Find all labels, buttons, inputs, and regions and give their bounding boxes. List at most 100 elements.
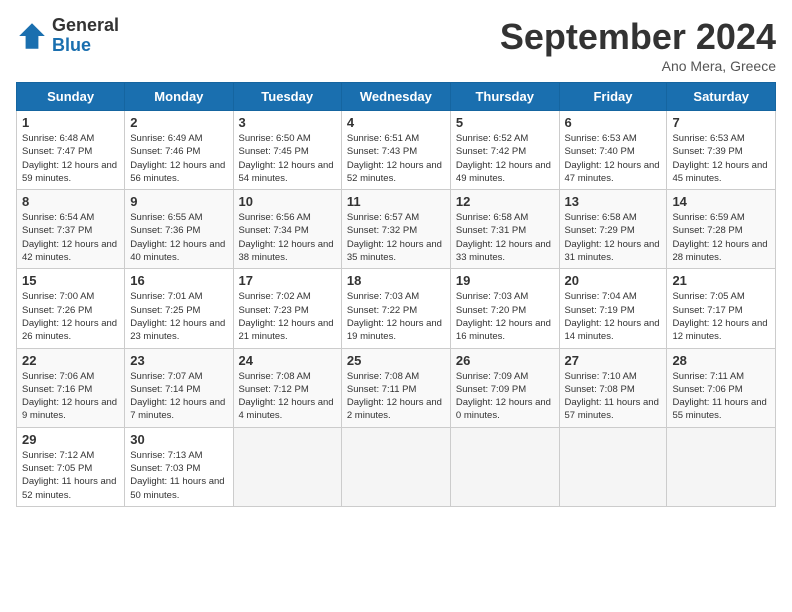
day-info: Sunrise: 7:08 AMSunset: 7:12 PMDaylight:… xyxy=(239,370,336,423)
col-monday: Monday xyxy=(125,83,233,111)
calendar-day-cell: 14 Sunrise: 6:59 AMSunset: 7:28 PMDaylig… xyxy=(667,190,776,269)
day-number: 8 xyxy=(22,194,119,209)
day-info: Sunrise: 7:11 AMSunset: 7:06 PMDaylight:… xyxy=(672,370,770,423)
day-info: Sunrise: 7:04 AMSunset: 7:19 PMDaylight:… xyxy=(565,290,662,343)
day-number: 4 xyxy=(347,115,445,130)
calendar-week-row: 29 Sunrise: 7:12 AMSunset: 7:05 PMDaylig… xyxy=(17,427,776,506)
day-number: 21 xyxy=(672,273,770,288)
day-number: 27 xyxy=(565,353,662,368)
logo: General Blue xyxy=(16,16,119,56)
col-thursday: Thursday xyxy=(450,83,559,111)
day-number: 26 xyxy=(456,353,554,368)
day-number: 15 xyxy=(22,273,119,288)
calendar-empty-cell xyxy=(341,427,450,506)
calendar-week-row: 22 Sunrise: 7:06 AMSunset: 7:16 PMDaylig… xyxy=(17,348,776,427)
calendar-day-cell: 9 Sunrise: 6:55 AMSunset: 7:36 PMDayligh… xyxy=(125,190,233,269)
day-info: Sunrise: 6:58 AMSunset: 7:29 PMDaylight:… xyxy=(565,211,662,264)
calendar-day-cell: 2 Sunrise: 6:49 AMSunset: 7:46 PMDayligh… xyxy=(125,111,233,190)
col-friday: Friday xyxy=(559,83,667,111)
calendar-day-cell: 8 Sunrise: 6:54 AMSunset: 7:37 PMDayligh… xyxy=(17,190,125,269)
day-number: 24 xyxy=(239,353,336,368)
calendar-day-cell: 1 Sunrise: 6:48 AMSunset: 7:47 PMDayligh… xyxy=(17,111,125,190)
calendar-table: Sunday Monday Tuesday Wednesday Thursday… xyxy=(16,82,776,507)
col-wednesday: Wednesday xyxy=(341,83,450,111)
day-info: Sunrise: 7:10 AMSunset: 7:08 PMDaylight:… xyxy=(565,370,662,423)
day-number: 18 xyxy=(347,273,445,288)
day-info: Sunrise: 7:05 AMSunset: 7:17 PMDaylight:… xyxy=(672,290,770,343)
day-info: Sunrise: 7:06 AMSunset: 7:16 PMDaylight:… xyxy=(22,370,119,423)
calendar-empty-cell xyxy=(450,427,559,506)
day-number: 2 xyxy=(130,115,227,130)
day-info: Sunrise: 6:51 AMSunset: 7:43 PMDaylight:… xyxy=(347,132,445,185)
col-tuesday: Tuesday xyxy=(233,83,341,111)
calendar-day-cell: 24 Sunrise: 7:08 AMSunset: 7:12 PMDaylig… xyxy=(233,348,341,427)
day-info: Sunrise: 6:52 AMSunset: 7:42 PMDaylight:… xyxy=(456,132,554,185)
day-info: Sunrise: 6:55 AMSunset: 7:36 PMDaylight:… xyxy=(130,211,227,264)
calendar-day-cell: 21 Sunrise: 7:05 AMSunset: 7:17 PMDaylig… xyxy=(667,269,776,348)
calendar-day-cell: 13 Sunrise: 6:58 AMSunset: 7:29 PMDaylig… xyxy=(559,190,667,269)
calendar-day-cell: 18 Sunrise: 7:03 AMSunset: 7:22 PMDaylig… xyxy=(341,269,450,348)
day-info: Sunrise: 7:03 AMSunset: 7:20 PMDaylight:… xyxy=(456,290,554,343)
day-info: Sunrise: 6:58 AMSunset: 7:31 PMDaylight:… xyxy=(456,211,554,264)
day-number: 22 xyxy=(22,353,119,368)
day-number: 28 xyxy=(672,353,770,368)
day-info: Sunrise: 6:54 AMSunset: 7:37 PMDaylight:… xyxy=(22,211,119,264)
day-info: Sunrise: 6:53 AMSunset: 7:39 PMDaylight:… xyxy=(672,132,770,185)
title-area: September 2024 Ano Mera, Greece xyxy=(500,16,776,74)
day-number: 7 xyxy=(672,115,770,130)
day-info: Sunrise: 7:09 AMSunset: 7:09 PMDaylight:… xyxy=(456,370,554,423)
calendar-day-cell: 30 Sunrise: 7:13 AMSunset: 7:03 PMDaylig… xyxy=(125,427,233,506)
calendar-day-cell: 29 Sunrise: 7:12 AMSunset: 7:05 PMDaylig… xyxy=(17,427,125,506)
calendar-day-cell: 16 Sunrise: 7:01 AMSunset: 7:25 PMDaylig… xyxy=(125,269,233,348)
calendar-week-row: 8 Sunrise: 6:54 AMSunset: 7:37 PMDayligh… xyxy=(17,190,776,269)
day-number: 13 xyxy=(565,194,662,209)
day-info: Sunrise: 7:00 AMSunset: 7:26 PMDaylight:… xyxy=(22,290,119,343)
calendar-day-cell: 6 Sunrise: 6:53 AMSunset: 7:40 PMDayligh… xyxy=(559,111,667,190)
day-info: Sunrise: 6:53 AMSunset: 7:40 PMDaylight:… xyxy=(565,132,662,185)
calendar-day-cell: 5 Sunrise: 6:52 AMSunset: 7:42 PMDayligh… xyxy=(450,111,559,190)
calendar-day-cell: 4 Sunrise: 6:51 AMSunset: 7:43 PMDayligh… xyxy=(341,111,450,190)
day-number: 3 xyxy=(239,115,336,130)
col-saturday: Saturday xyxy=(667,83,776,111)
day-info: Sunrise: 7:08 AMSunset: 7:11 PMDaylight:… xyxy=(347,370,445,423)
calendar-day-cell: 27 Sunrise: 7:10 AMSunset: 7:08 PMDaylig… xyxy=(559,348,667,427)
col-sunday: Sunday xyxy=(17,83,125,111)
calendar-day-cell: 25 Sunrise: 7:08 AMSunset: 7:11 PMDaylig… xyxy=(341,348,450,427)
day-number: 30 xyxy=(130,432,227,447)
day-number: 20 xyxy=(565,273,662,288)
day-number: 29 xyxy=(22,432,119,447)
calendar-day-cell: 22 Sunrise: 7:06 AMSunset: 7:16 PMDaylig… xyxy=(17,348,125,427)
day-number: 14 xyxy=(672,194,770,209)
day-info: Sunrise: 7:13 AMSunset: 7:03 PMDaylight:… xyxy=(130,449,227,502)
location: Ano Mera, Greece xyxy=(500,58,776,74)
calendar-day-cell: 11 Sunrise: 6:57 AMSunset: 7:32 PMDaylig… xyxy=(341,190,450,269)
day-number: 9 xyxy=(130,194,227,209)
calendar-day-cell: 19 Sunrise: 7:03 AMSunset: 7:20 PMDaylig… xyxy=(450,269,559,348)
day-number: 23 xyxy=(130,353,227,368)
calendar-empty-cell xyxy=(667,427,776,506)
day-info: Sunrise: 7:02 AMSunset: 7:23 PMDaylight:… xyxy=(239,290,336,343)
logo-general: General xyxy=(52,16,119,36)
header: General Blue September 2024 Ano Mera, Gr… xyxy=(16,16,776,74)
calendar-day-cell: 15 Sunrise: 7:00 AMSunset: 7:26 PMDaylig… xyxy=(17,269,125,348)
calendar-day-cell: 20 Sunrise: 7:04 AMSunset: 7:19 PMDaylig… xyxy=(559,269,667,348)
month-title: September 2024 xyxy=(500,16,776,58)
logo-icon xyxy=(16,20,48,52)
day-info: Sunrise: 7:12 AMSunset: 7:05 PMDaylight:… xyxy=(22,449,119,502)
day-number: 17 xyxy=(239,273,336,288)
calendar-day-cell: 26 Sunrise: 7:09 AMSunset: 7:09 PMDaylig… xyxy=(450,348,559,427)
day-number: 6 xyxy=(565,115,662,130)
day-number: 1 xyxy=(22,115,119,130)
day-number: 19 xyxy=(456,273,554,288)
calendar-day-cell: 23 Sunrise: 7:07 AMSunset: 7:14 PMDaylig… xyxy=(125,348,233,427)
logo-text: General Blue xyxy=(52,16,119,56)
day-info: Sunrise: 7:01 AMSunset: 7:25 PMDaylight:… xyxy=(130,290,227,343)
day-info: Sunrise: 7:07 AMSunset: 7:14 PMDaylight:… xyxy=(130,370,227,423)
day-info: Sunrise: 6:50 AMSunset: 7:45 PMDaylight:… xyxy=(239,132,336,185)
calendar-day-cell: 3 Sunrise: 6:50 AMSunset: 7:45 PMDayligh… xyxy=(233,111,341,190)
calendar-day-cell: 7 Sunrise: 6:53 AMSunset: 7:39 PMDayligh… xyxy=(667,111,776,190)
day-info: Sunrise: 7:03 AMSunset: 7:22 PMDaylight:… xyxy=(347,290,445,343)
day-number: 5 xyxy=(456,115,554,130)
day-number: 10 xyxy=(239,194,336,209)
calendar-day-cell: 10 Sunrise: 6:56 AMSunset: 7:34 PMDaylig… xyxy=(233,190,341,269)
